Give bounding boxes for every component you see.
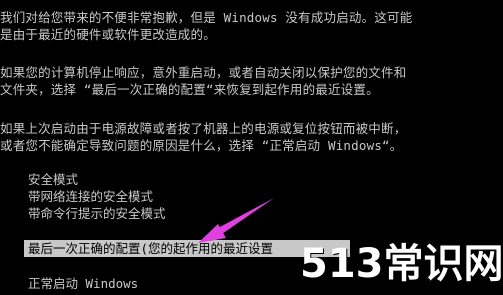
menu-item-safe-mode[interactable]: 安全模式 — [28, 172, 78, 188]
error-text-line-4: 文件夹，选择 “最后一次正确的配置“来恢复到起作用的最近设置。 — [0, 82, 379, 97]
menu-item-safe-mode-command-prompt[interactable]: 带命令行提示的安全模式 — [28, 206, 166, 222]
pointer-arrow-icon — [198, 198, 274, 243]
menu-item-safe-mode-networking[interactable]: 带网络连接的安全模式 — [28, 189, 153, 205]
menu-item-start-windows-normally[interactable]: 正常启动 Windows — [28, 276, 138, 292]
site-watermark: 513常识网 — [300, 241, 503, 287]
error-text-line-6: 或者您不能确定导致问题的原因是什么，选择 “正常启动 Windows“。 — [0, 138, 403, 153]
error-text-line-5: 如果上次启动由于电源故障或者按了机器上的电源或复位按钮而被中断， — [0, 121, 407, 136]
error-text-line-2: 是由于最近的硬件或软件更改造成的。 — [0, 27, 216, 42]
error-text-line-1: 我们对给您带来的不便非常抱歉，但是 Windows 没有成功启动。这可能 — [0, 10, 413, 25]
error-text-line-3: 如果您的计算机停止响应，意外重启动，或者自动关闭以保护您的文件和 — [0, 65, 407, 80]
boot-error-screen: 我们对给您带来的不便非常抱歉，但是 Windows 没有成功启动。这可能 是由于… — [0, 0, 503, 295]
